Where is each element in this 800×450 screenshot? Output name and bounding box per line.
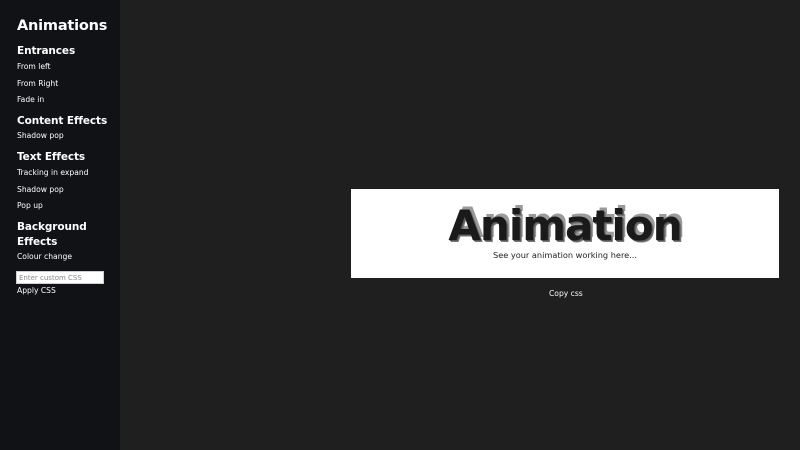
preview-animated-text: Animation: [448, 201, 682, 250]
app-window: Animations Entrances From left From Righ…: [0, 0, 800, 450]
section-title-entrances: Entrances: [17, 45, 76, 57]
section-text-effects: Text Effects Tracking in expand Shadow p…: [17, 150, 89, 210]
section-title-line2: Effects: [17, 236, 58, 248]
menu-item-pop-up[interactable]: Pop up: [17, 201, 112, 211]
menu-item-colour-change[interactable]: Colour change: [17, 252, 112, 262]
menu-item-from-right[interactable]: From Right: [17, 79, 112, 89]
section-title-text-effects: Text Effects: [17, 151, 86, 163]
section-entrances: Entrances From left From Right Fade in: [17, 44, 76, 104]
menu-item-tracking-in-expand[interactable]: Tracking in expand: [17, 168, 112, 178]
custom-css-input[interactable]: [16, 271, 104, 284]
copy-css-button[interactable]: Copy css: [549, 289, 583, 298]
preview-caption: See your animation working here...: [493, 250, 637, 260]
apply-css-button[interactable]: Apply CSS: [17, 286, 56, 296]
section-title-background-effects: Background Effects: [17, 220, 87, 250]
menu-item-from-left[interactable]: From left: [17, 62, 112, 72]
menu-item-content-shadow-pop[interactable]: Shadow pop: [17, 131, 112, 141]
section-title-line1: Background: [17, 221, 87, 233]
app-title: Animations: [17, 18, 108, 34]
sidebar: Animations Entrances From left From Righ…: [0, 0, 120, 450]
animation-preview: Animation See your animation working her…: [351, 189, 779, 278]
section-title-content-effects: Content Effects: [17, 115, 108, 127]
menu-item-text-shadow-pop[interactable]: Shadow pop: [17, 185, 112, 195]
menu-item-fade-in[interactable]: Fade in: [17, 95, 112, 105]
section-content-effects: Content Effects Shadow pop: [17, 114, 108, 140]
section-background-effects: Background Effects Colour change: [17, 220, 87, 261]
